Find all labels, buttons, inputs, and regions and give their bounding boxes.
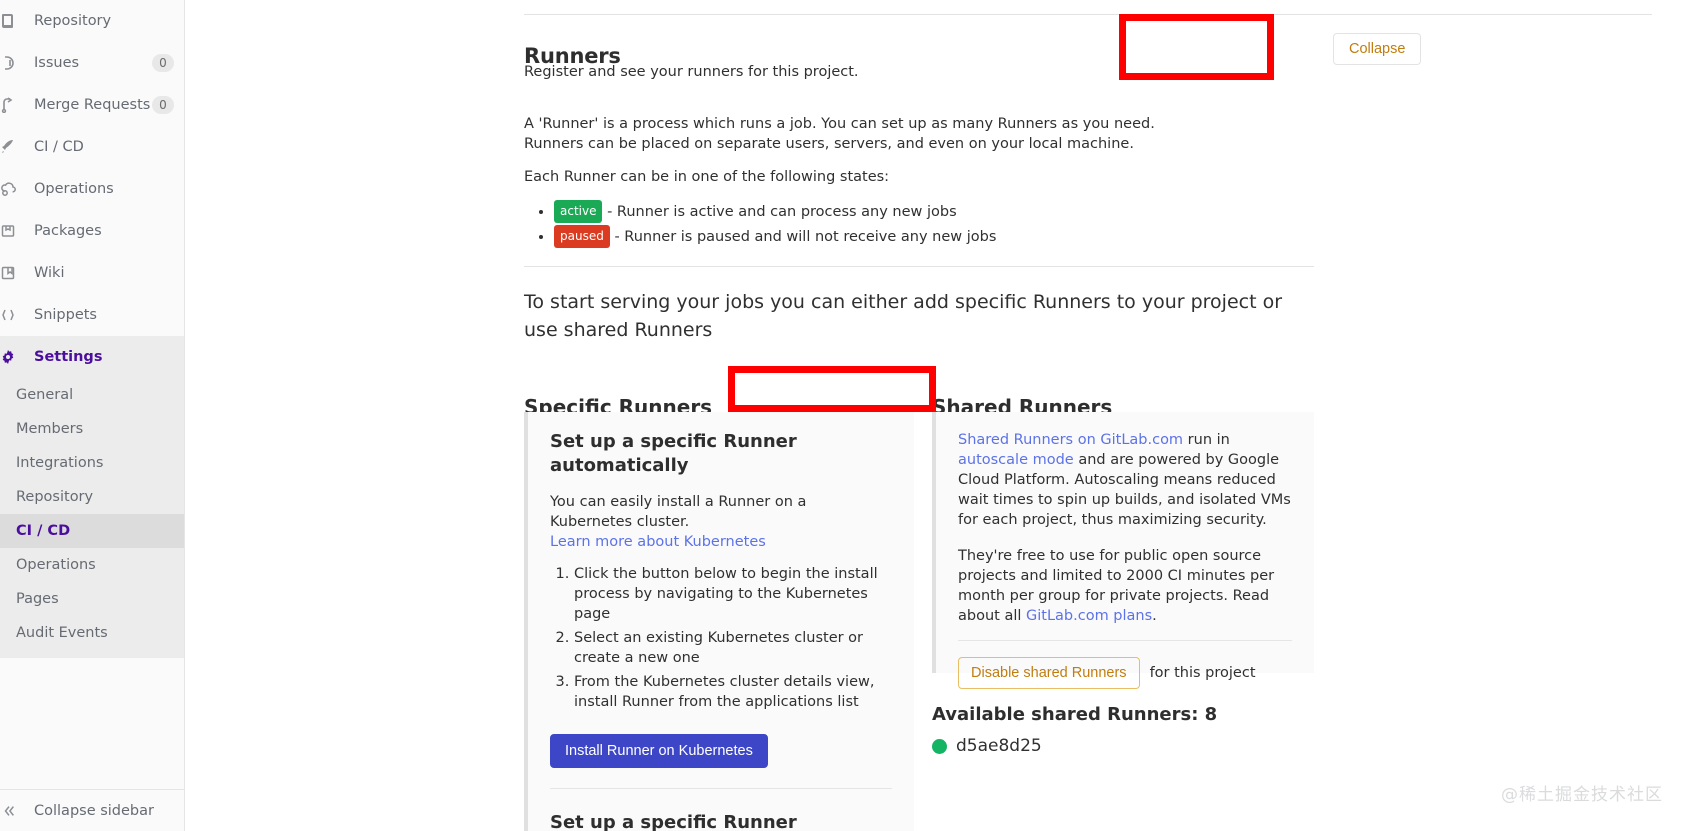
sidebar-item-label: Operations	[34, 181, 114, 197]
runner-name: d5ae8d25	[956, 736, 1042, 756]
double-chevron-left-icon	[0, 804, 34, 818]
disable-shared-runners-row: Disable shared Runners for this project	[958, 657, 1292, 689]
snippet-icon	[0, 307, 34, 323]
sidebar-item-settings[interactable]: Settings	[0, 336, 184, 378]
learn-more-kubernetes-link[interactable]: Learn more about Kubernetes	[550, 534, 766, 550]
sidebar-item-wiki[interactable]: Wiki	[0, 252, 184, 294]
status-badge-paused-text: - Runner is paused and will not receive …	[614, 229, 997, 245]
runner-states-lead: Each Runner can be in one of the followi…	[524, 169, 890, 185]
sidebar-item-label: Wiki	[34, 265, 65, 281]
sidebar-item-label: Issues	[34, 55, 80, 71]
sidebar-subitem-label: Integrations	[16, 455, 104, 471]
card-divider	[550, 788, 892, 789]
autoscale-mode-link[interactable]: autoscale mode	[958, 452, 1074, 468]
sidebar-item-label: Settings	[34, 349, 103, 365]
collapse-button[interactable]: Collapse	[1333, 33, 1422, 65]
sidebar-item-label: Repository	[34, 13, 112, 29]
gitlab-plans-link[interactable]: GitLab.com plans	[1026, 608, 1152, 624]
sidebar-item-operations[interactable]: Operations	[0, 168, 184, 210]
specific-runners-card: Set up a specific Runner automatically Y…	[524, 412, 914, 831]
sidebar-item-count: 0	[152, 54, 174, 72]
sidebar-item-repository[interactable]: Repository	[0, 0, 184, 42]
runner-intro-paragraph: A 'Runner' is a process which runs a job…	[524, 114, 1284, 154]
cloud-gear-icon	[0, 181, 34, 197]
watermark: @稀土掘金技术社区	[1501, 785, 1663, 805]
sidebar-subitem-label: Audit Events	[16, 625, 108, 641]
sidebar-subitem-members[interactable]: Members	[0, 412, 184, 446]
disable-shared-runners-suffix: for this project	[1149, 665, 1256, 681]
status-badge-paused: paused	[554, 225, 610, 248]
card-divider	[958, 640, 1292, 641]
specific-card-body: You can easily install a Runner on a Kub…	[550, 492, 892, 552]
list-item[interactable]: d5ae8d25	[932, 736, 1042, 756]
sidebar-item-label: Snippets	[34, 307, 97, 323]
runner-intro-line2: Runners can be placed on separate users,…	[524, 136, 1134, 152]
runner-states-list: active - Runner is active and can proces…	[524, 200, 996, 250]
sidebar-item-label: Packages	[34, 223, 102, 239]
install-runner-on-kubernetes-button[interactable]: Install Runner on Kubernetes	[550, 734, 768, 768]
issue-icon	[0, 55, 34, 71]
collapse-sidebar-button[interactable]: Collapse sidebar	[0, 789, 184, 831]
serving-jobs-note: To start serving your jobs you can eithe…	[524, 291, 1283, 341]
shared-p2-post: .	[1152, 608, 1157, 624]
sidebar-subitem-label: Pages	[16, 591, 59, 607]
sidebar-subitem-general[interactable]: General	[0, 378, 184, 412]
status-badge-active-text: - Runner is active and can process any n…	[607, 204, 957, 220]
book-icon	[0, 13, 34, 29]
list-item: active - Runner is active and can proces…	[554, 200, 996, 223]
merge-request-icon	[0, 97, 34, 113]
runner-status-online-icon	[932, 738, 947, 754]
sidebar-subitem-integrations[interactable]: Integrations	[0, 446, 184, 480]
page-root: Repository Issues 0 Merge Requests 0 CI …	[0, 0, 1685, 831]
specific-manual-title: Set up a specific Runner manually	[550, 812, 797, 831]
book-open-icon	[0, 265, 34, 281]
top-divider	[524, 14, 1652, 15]
list-item: From the Kubernetes cluster details view…	[574, 672, 892, 712]
collapse-sidebar-label: Collapse sidebar	[34, 802, 154, 819]
status-badge-active: active	[554, 200, 603, 223]
gear-icon	[0, 349, 34, 365]
shared-runners-gitlab-link[interactable]: Shared Runners on GitLab.com	[958, 432, 1183, 448]
sidebar-subitem-label: General	[16, 387, 74, 403]
specific-card-body-text: You can easily install a Runner on a Kub…	[550, 494, 807, 530]
sidebar-subitem-label: Members	[16, 421, 84, 437]
sidebar-item-snippets[interactable]: Snippets	[0, 294, 184, 336]
package-icon	[0, 223, 34, 239]
project-sidebar: Repository Issues 0 Merge Requests 0 CI …	[0, 0, 185, 831]
sidebar-item-label: CI / CD	[34, 139, 84, 155]
shared-card-paragraph-2: They're free to use for public open sour…	[958, 546, 1292, 626]
sidebar-subitem-label: Repository	[16, 489, 94, 505]
rocket-icon	[0, 139, 34, 155]
settings-subnav: General Members Integrations Repository …	[0, 378, 184, 658]
sidebar-item-issues[interactable]: Issues 0	[0, 42, 184, 84]
list-item: paused - Runner is paused and will not r…	[554, 225, 996, 248]
sidebar-item-ci-cd[interactable]: CI / CD	[0, 126, 184, 168]
sidebar-item-label: Merge Requests	[34, 97, 151, 113]
shared-p1-mid: run in	[1183, 432, 1230, 448]
sidebar-item-packages[interactable]: Packages	[0, 210, 184, 252]
specific-card-title: Set up a specific Runner automatically	[550, 431, 797, 476]
sidebar-subitem-audit-events[interactable]: Audit Events	[0, 616, 184, 650]
sidebar-subitem-operations[interactable]: Operations	[0, 548, 184, 582]
list-item: Select an existing Kubernetes cluster or…	[574, 628, 892, 668]
main-content: Runners Register and see your runners fo…	[185, 0, 1685, 831]
sidebar-subitem-label: CI / CD	[16, 523, 71, 539]
available-shared-runners-heading: Available shared Runners: 8	[932, 704, 1218, 725]
sidebar-item-merge-requests[interactable]: Merge Requests 0	[0, 84, 184, 126]
specific-card-steps: Click the button below to begin the inst…	[550, 564, 892, 712]
disable-shared-runners-button[interactable]: Disable shared Runners	[958, 657, 1140, 689]
sidebar-subitem-repository[interactable]: Repository	[0, 480, 184, 514]
page-subtitle: Register and see your runners for this p…	[524, 64, 859, 80]
sidebar-subitem-pages[interactable]: Pages	[0, 582, 184, 616]
sidebar-subitem-ci-cd[interactable]: CI / CD	[0, 514, 184, 548]
shared-runners-card: Shared Runners on GitLab.com run in auto…	[932, 412, 1314, 689]
sidebar-subitem-label: Operations	[16, 557, 96, 573]
sidebar-item-count: 0	[152, 96, 174, 114]
runner-intro-line1: A 'Runner' is a process which runs a job…	[524, 116, 1155, 132]
list-item: Click the button below to begin the inst…	[574, 564, 892, 624]
middle-divider	[524, 266, 1314, 267]
shared-card-paragraph-1: Shared Runners on GitLab.com run in auto…	[958, 430, 1292, 530]
